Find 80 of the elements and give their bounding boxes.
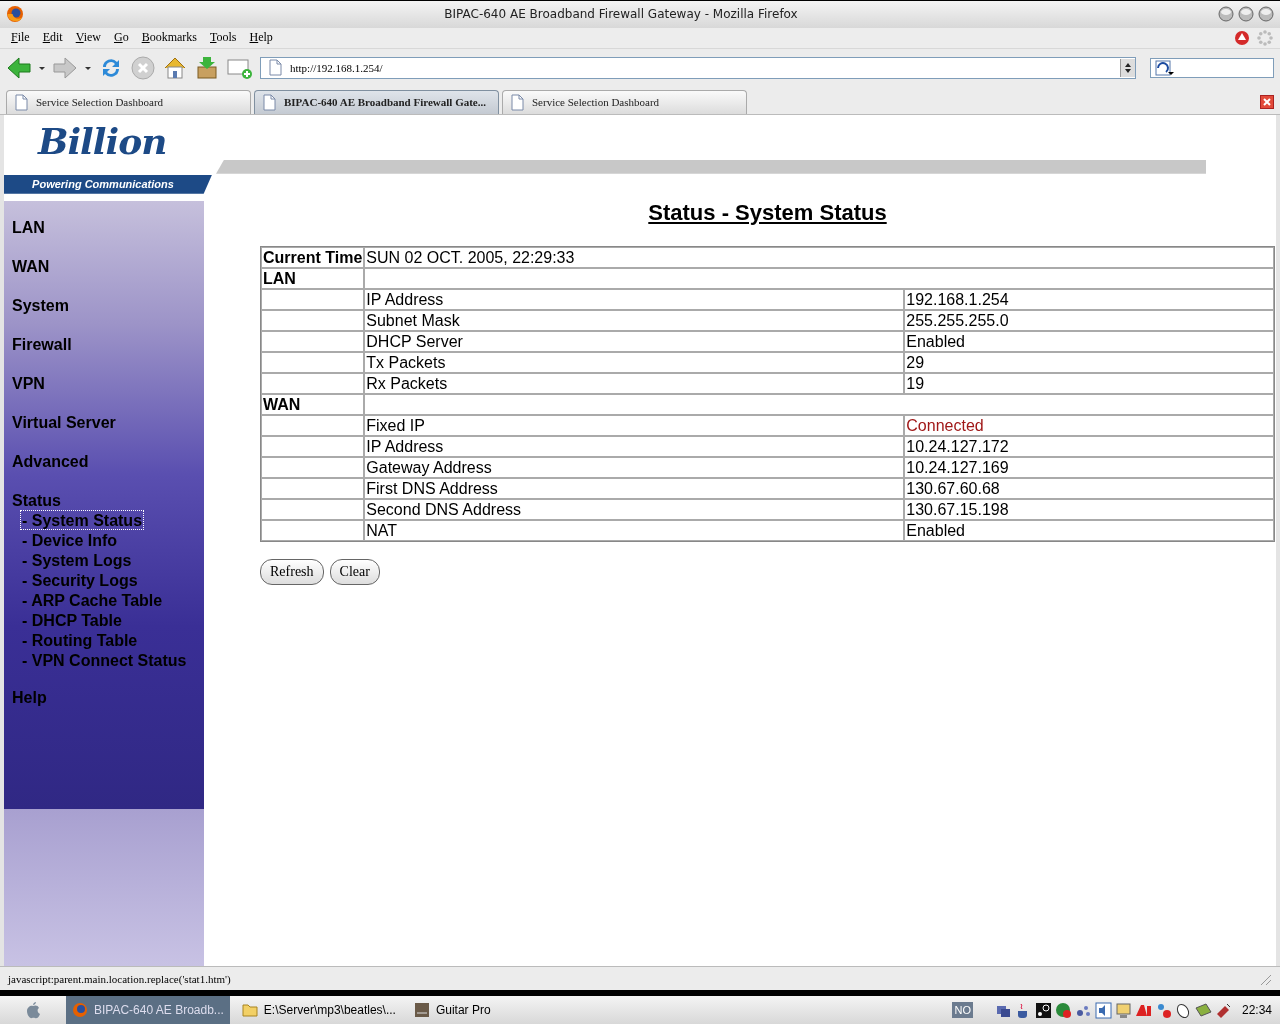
card-icon[interactable] — [1194, 1001, 1212, 1019]
nav-item[interactable]: System — [12, 296, 69, 336]
page-icon — [261, 93, 278, 111]
back-arrow-icon[interactable] — [6, 54, 32, 81]
maximize-button[interactable] — [1238, 6, 1254, 23]
address-field[interactable]: http://192.168.1.254/ — [260, 56, 1136, 79]
close-tab-icon[interactable] — [1260, 94, 1274, 109]
speaker-icon[interactable] — [1094, 1001, 1112, 1019]
updown-arrows-icon[interactable] — [1124, 61, 1132, 74]
field-label: Rx Packets — [364, 372, 905, 394]
language-indicator[interactable]: NO — [952, 1002, 973, 1018]
field-value: Connected — [904, 414, 1274, 436]
menu-item[interactable]: Tools — [209, 30, 243, 46]
status-text: javascript:parent.main.location.replace('stat1.htm') — [8, 972, 231, 985]
section-label: WAN — [261, 393, 365, 415]
browser-tab[interactable]: Service Selection Dashboard — [502, 89, 747, 114]
menu-item[interactable]: Help — [248, 30, 279, 46]
app-icon — [413, 1002, 430, 1018]
field-label: Tx Packets — [364, 351, 905, 373]
field-label: IP Address — [364, 288, 905, 310]
monitor-icon[interactable] — [1114, 1001, 1132, 1019]
nav-item[interactable]: LAN — [12, 218, 45, 258]
taskbar-button[interactable]: BIPAC-640 AE Broadb... — [66, 996, 230, 1024]
search-field[interactable] — [1150, 57, 1274, 78]
table-cell: SUN 02 OCT. 2005, 22:29:33 — [364, 246, 1274, 268]
close-button[interactable] — [1258, 6, 1274, 23]
page-icon — [509, 93, 526, 111]
action-button[interactable]: Clear — [329, 558, 380, 585]
download-box-icon[interactable] — [194, 54, 220, 81]
page-icon — [267, 59, 284, 77]
field-value: Enabled — [904, 519, 1274, 541]
field-label: IP Address — [364, 435, 905, 457]
field-label: First DNS Address — [364, 477, 905, 499]
table-header-cell: Current Time — [261, 246, 365, 268]
alert-icon[interactable] — [1234, 29, 1250, 46]
browser-tab[interactable]: Service Selection Dashboard — [6, 89, 251, 114]
tagline: Powering Communications — [32, 178, 174, 191]
clock: 22:34 — [1241, 1003, 1272, 1017]
field-value: 10.24.127.169 — [904, 456, 1274, 478]
field-label: DHCP Server — [364, 330, 905, 352]
field-label: Gateway Address — [364, 456, 905, 478]
page-heading: Status - System Status — [648, 199, 887, 225]
field-label: Subnet Mask — [364, 309, 905, 331]
search-engine-icon[interactable] — [1155, 59, 1175, 76]
field-value: 255.255.255.0 — [904, 309, 1274, 331]
globe-error-icon[interactable] — [1054, 1001, 1072, 1019]
apple-icon[interactable] — [25, 1001, 41, 1019]
window-title: BIPAC-640 AE Broadband Firewall Gateway - Mozilla Firefox — [443, 7, 799, 22]
nav-item[interactable]: VPN — [12, 374, 45, 414]
menu-item[interactable]: File — [10, 30, 36, 46]
field-label: NAT — [364, 519, 905, 541]
field-label: Fixed IP — [364, 414, 905, 436]
field-value: Enabled — [904, 330, 1274, 352]
firefox-icon — [72, 1002, 88, 1018]
menu-item[interactable]: Bookmarks — [140, 30, 203, 46]
firefox-icon — [6, 5, 24, 24]
nav-item[interactable]: WAN — [12, 257, 50, 297]
field-value: 130.67.15.198 — [904, 498, 1274, 520]
taskbar-button[interactable]: E:\Server\mp3\beatles\... — [235, 996, 402, 1024]
brand-logo: Billion — [38, 120, 167, 161]
menu-item[interactable]: Edit — [41, 30, 69, 46]
menu-item[interactable]: Go — [113, 30, 135, 46]
nav-item[interactable]: Virtual Server — [12, 413, 116, 453]
action-button[interactable]: Refresh — [260, 558, 324, 585]
section-label: LAN — [261, 267, 365, 289]
field-value: 130.67.60.68 — [904, 477, 1274, 499]
field-value: 10.24.127.172 — [904, 435, 1274, 457]
field-value: 29 — [904, 351, 1274, 373]
field-value: 19 — [904, 372, 1274, 394]
field-value: 192.168.1.254 — [904, 288, 1274, 310]
page-icon — [13, 93, 30, 111]
minimize-button[interactable] — [1218, 6, 1234, 23]
browser-tab[interactable]: BIPAC-640 AE Broadband Firewall Gate... — [254, 89, 499, 114]
nav-item[interactable]: Firewall — [12, 335, 72, 375]
folder-icon — [241, 1003, 258, 1017]
throbber-icon — [1256, 28, 1274, 47]
menu-item[interactable]: View — [74, 30, 107, 46]
mouse-icon[interactable] — [1174, 1001, 1192, 1019]
taskbar-button[interactable]: Guitar Pro — [407, 996, 558, 1024]
field-label: Second DNS Address — [364, 498, 905, 520]
